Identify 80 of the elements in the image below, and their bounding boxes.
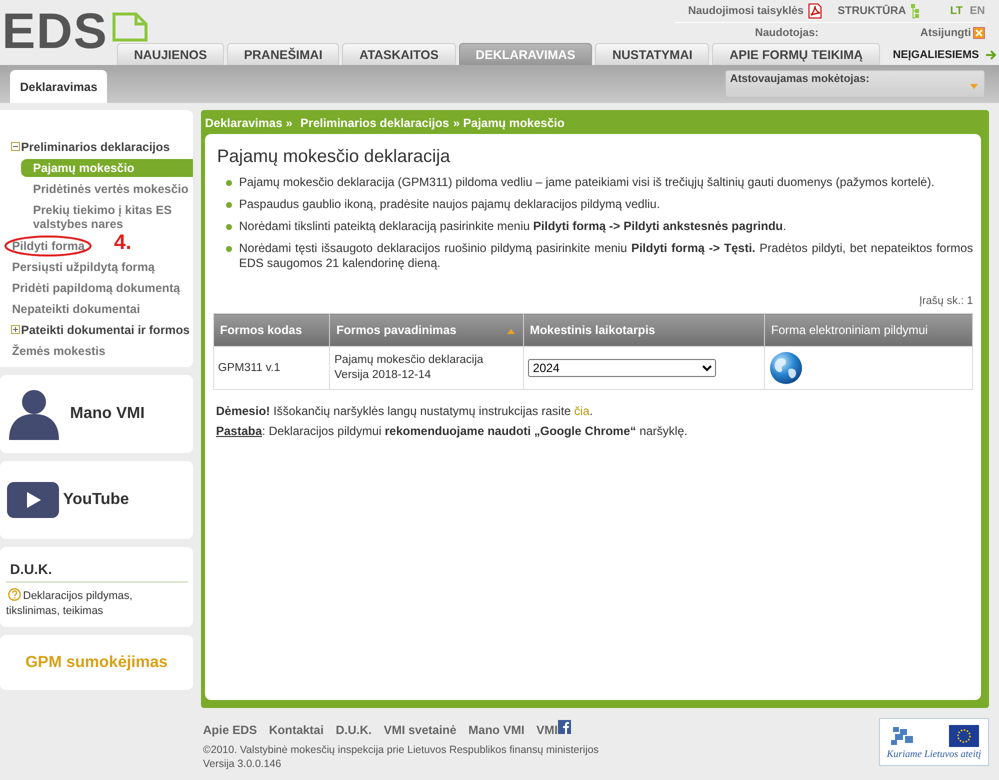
language-link[interactable]: EN <box>970 5 985 17</box>
bullet-text: Pajamų mokesčio deklaracija (GPM311) pildoma vedliu – jame pateikiami visi iš trečiųjų šaltinių gauti duomenys (pažymos kortelė). <box>239 175 934 190</box>
logo: EDS <box>2 10 108 52</box>
bullet-text: Paspaudus gaublio ikoną, pradėsite naujos pajamų deklaracijos pildymą vedliu. <box>239 197 660 212</box>
column-header[interactable]: Formos pavadinimas <box>330 314 524 346</box>
menu-item[interactable]: Pridėtinės vertės mokesčio <box>21 180 193 198</box>
arrow-icon <box>985 50 997 60</box>
eu-slogan: Kuriame Lietuvos ateitį <box>886 748 982 760</box>
footer-link[interactable]: D.U.K. <box>336 723 372 737</box>
period-select[interactable]: 2024 <box>528 359 716 377</box>
sidebar-card[interactable]: YouTube <box>0 461 193 539</box>
pdf-icon <box>808 3 822 19</box>
bullet-icon <box>226 224 232 230</box>
top-link[interactable]: Naudojimosi taisyklės <box>688 5 804 17</box>
section-tab[interactable]: Deklaravimas <box>10 70 108 103</box>
logout-link[interactable]: Atsijungti <box>920 27 971 39</box>
menu-group[interactable]: Pateikti dokumentai ir formos <box>21 322 190 336</box>
card-label: GPM sumokėjimas <box>25 654 168 672</box>
card-title: D.U.K. <box>6 561 188 583</box>
top-link[interactable]: STRUKTŪRA <box>838 5 906 17</box>
column-header[interactable]: Forma elektroniniam pildymui <box>764 314 972 346</box>
note-text: Pastaba: Deklaracijos pildymui rekomenduojame naudoti „Google Chrome“ naršyklę. <box>215 424 688 439</box>
tree-icon <box>910 3 920 19</box>
note-text: Dėmesio! Iššokančių naršyklės langų nustatymų instrukcijas rasite čia. <box>215 404 594 419</box>
card-label: YouTube <box>63 491 130 509</box>
nav-tab[interactable]: ATASKAITOS <box>342 43 456 65</box>
column-header[interactable]: Formos kodas <box>214 314 330 346</box>
bullet-icon <box>226 246 232 252</box>
record-count: Įrašų sk.: 1 <box>918 295 973 307</box>
footer-link[interactable]: VMI <box>536 723 558 737</box>
form-name: Pajamų mokesčio deklaracija <box>334 353 484 368</box>
close-icon <box>973 27 985 39</box>
menu-item[interactable]: Pajamų mokesčio <box>21 158 193 176</box>
payer-label: Atstovaujamas mokėtojas: <box>730 73 870 85</box>
instructions-link[interactable]: čia <box>574 404 590 418</box>
bullet-icon <box>226 202 232 208</box>
footer-link[interactable]: Mano VMI <box>468 723 524 737</box>
sidebar-card[interactable]: Mano VMI <box>0 375 193 453</box>
card-label: Mano VMI <box>70 405 145 423</box>
menu-item[interactable]: Persiųsti užpildytą formą <box>11 258 193 276</box>
menu-item[interactable]: Prekių tiekimo į kitas ES valstybes nares <box>21 201 193 233</box>
nav-tab[interactable]: APIE FORMŲ TEIKIMĄ <box>712 43 880 65</box>
facebook-icon <box>558 720 571 734</box>
footer-link[interactable]: Kontaktai <box>269 723 324 737</box>
footer-link[interactable]: VMI svetainė <box>384 723 456 737</box>
breadcrumb-link[interactable]: Deklaravimas » <box>205 116 292 130</box>
user-label: Naudotojas: <box>755 27 819 39</box>
faq-link[interactable]: Deklaracijos pildymas, tikslinimas, teikimas <box>6 588 188 619</box>
form-version: Versija 2018-12-14 <box>334 368 432 383</box>
breadcrumb-link[interactable]: Preliminarios deklaracijos <box>300 116 450 130</box>
nav-tab[interactable]: NAUJIENOS <box>117 43 224 65</box>
breadcrumb-link[interactable]: » Pajamų mokesčio <box>453 116 565 130</box>
column-header[interactable]: Mokestinis laikotarpis <box>523 314 765 346</box>
accessibility-link[interactable]: NEĮGALIESIEMS <box>892 48 979 60</box>
expand-icon[interactable] <box>11 325 20 334</box>
annotation-label: 4. <box>114 231 132 255</box>
menu-item[interactable]: Pridėti papildomą dokumentą <box>11 278 193 296</box>
nav-tab[interactable]: PRANEŠIMAI <box>226 43 340 65</box>
help-icon <box>8 588 21 601</box>
copyright-text: ©2010. Valstybinė mokesčių inspekcija prie Lietuvos Respublikos finansų ministerijos <box>203 743 599 757</box>
footer-link[interactable]: Apie EDS <box>203 723 258 737</box>
payer-dropdown[interactable]: Atstovaujamas mokėtojas: <box>725 70 985 98</box>
bullet-text: Norėdami tęsti išsaugoto deklaracijos ruošinio pildymą pasirinkite meniu Pildyti formą -> Tęsti. Pradėtos pildyti, bet nepateiktos formos EDS saugomos 21 kalendorinę dieną. <box>239 241 973 271</box>
table-cell: GPM311 v.1 <box>214 346 330 390</box>
version-text: Versija 3.0.0.146 <box>203 757 282 771</box>
caret-icon <box>970 84 978 89</box>
document-icon <box>112 12 148 42</box>
nav-tab[interactable]: NUSTATYMAI <box>595 43 710 65</box>
bullet-icon <box>226 180 232 186</box>
person-icon <box>8 388 60 440</box>
page-title: Pajamų mokesčio deklaracija <box>217 146 452 167</box>
flag-icon <box>949 724 979 746</box>
collapse-icon[interactable] <box>11 142 20 151</box>
menu-item[interactable]: Nepateikti dokumentai <box>11 300 193 318</box>
menu-group[interactable]: Preliminarios deklaracijos <box>21 140 170 154</box>
language-link[interactable]: LT <box>950 5 963 17</box>
bullet-text: Norėdami tikslinti pateiktą deklaraciją pasirinkite meniu Pildyti formą -> Pildyti ankstesnės pagrindu. <box>239 219 786 234</box>
menu-item[interactable]: Žemės mokestis <box>11 342 193 360</box>
play-icon <box>7 482 59 518</box>
globe-icon[interactable] <box>769 351 804 385</box>
